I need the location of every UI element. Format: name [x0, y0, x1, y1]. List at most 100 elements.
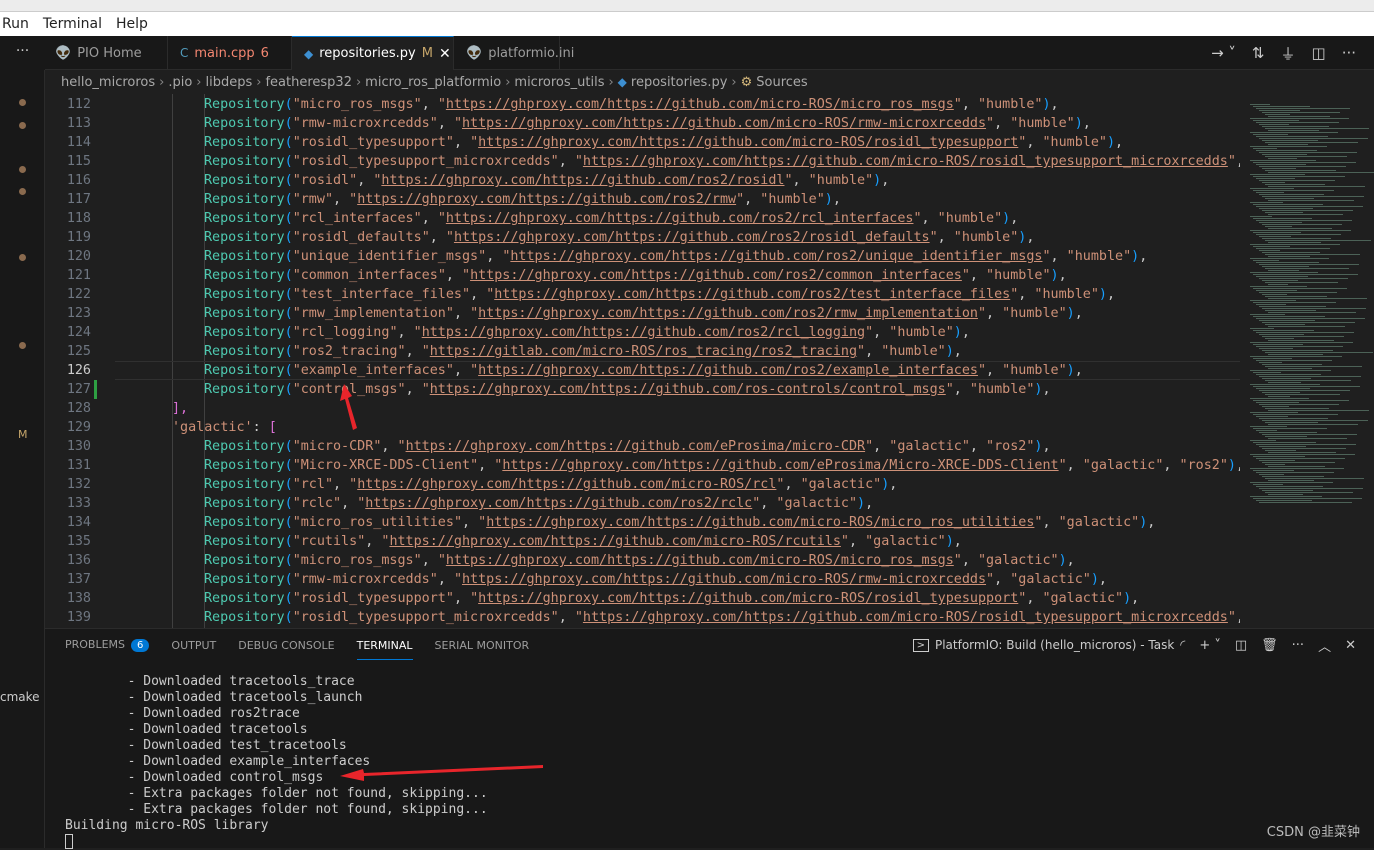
trash-icon[interactable]: 🗑 [1261, 638, 1278, 653]
tab-serial-monitor[interactable]: SERIAL MONITOR [435, 639, 530, 652]
code-line[interactable]: 129 'galactic': [ [45, 418, 1240, 437]
minimap[interactable] [1240, 94, 1374, 628]
code-line[interactable]: 113 Repository("rmw-microxrcedds", "https… [45, 114, 1240, 133]
repo-name: micro-CDR [300, 439, 374, 454]
tab-pio-home[interactable]: 👽 PIO Home [45, 36, 168, 70]
menu-terminal[interactable]: Terminal [41, 16, 104, 32]
more-actions-icon[interactable]: ··· [0, 36, 45, 70]
sidebar-item-cmake[interactable]: cmake [0, 690, 40, 704]
code-line[interactable]: 115 Repository("rosidl_typesupport_microx… [45, 152, 1240, 171]
minimap-line [1262, 462, 1335, 463]
line-number: 128 [66, 401, 91, 416]
code-token: " [840, 534, 849, 549]
tab-label: repositories.py [319, 46, 416, 61]
maximize-panel-icon[interactable]: ︿ [1318, 636, 1331, 655]
code-line[interactable]: 130 Repository("micro-CDR", "https://ghpr… [45, 437, 1240, 456]
code-line[interactable]: 124 Repository("rcl_logging", "https://gh… [45, 323, 1240, 342]
code-token: " [437, 268, 446, 283]
code-token: Repository [204, 325, 285, 340]
code-line[interactable]: 132 Repository("rcl", "https://ghproxy.co… [45, 475, 1240, 494]
code-line[interactable]: 122 Repository("test_interface_files", "h… [45, 285, 1240, 304]
code-token: ( [284, 97, 293, 112]
code-line[interactable]: 116 Repository("rosidl", "https://ghproxy… [45, 171, 1240, 190]
menu-run[interactable]: Run [0, 16, 31, 32]
minimap-line [1268, 312, 1356, 313]
repo-name: example_interfaces [300, 363, 446, 378]
code-line[interactable]: 125 Repository("ros2_tracing", "https://g… [45, 342, 1240, 361]
minimap-line [1265, 352, 1373, 353]
code-token: , [1139, 249, 1148, 264]
code-line[interactable]: 131 Repository("Micro-XRCE-DDS-Client", "… [45, 456, 1240, 475]
code-line[interactable]: 118 Repository("rcl_interfaces", "https:/… [45, 209, 1240, 228]
code-line[interactable]: 134 Repository("micro_ros_utilities", "ht… [45, 513, 1240, 532]
plug-icon[interactable]: ⏚ [1280, 43, 1295, 64]
breadcrumb-item[interactable]: hello_microros [61, 75, 155, 90]
minimap-line [1259, 250, 1280, 251]
breadcrumb-item[interactable]: libdeps [206, 75, 253, 90]
code-line[interactable]: 123 Repository("rmw_implementation", "htt… [45, 304, 1240, 323]
minimap-line [1256, 122, 1339, 123]
tab-label: platformio.ini [488, 45, 575, 61]
minimap-line [1256, 360, 1332, 361]
split-terminal-icon[interactable]: ◫ [1235, 638, 1247, 653]
minimap-line [1265, 324, 1305, 325]
code-token: Repository [204, 135, 285, 150]
repo-url: https://ghproxy.com/https://github.com/r… [365, 496, 753, 511]
tab-repositories-py[interactable]: ◆ repositories.py M ✕ [292, 36, 454, 70]
code-line[interactable]: 138 Repository("rosidl_typesupport", "htt… [45, 589, 1240, 608]
breadcrumb-item[interactable]: micro_ros_platformio [365, 75, 501, 90]
code-line[interactable]: 114 Repository("rosidl_typesupport", "htt… [45, 133, 1240, 152]
minimap-line [1268, 284, 1288, 285]
minimap-line [1268, 466, 1325, 467]
code-token: ) [1098, 287, 1107, 302]
code-line[interactable]: 121 Repository("common_interfaces", "http… [45, 266, 1240, 285]
close-icon[interactable]: ✕ [439, 46, 451, 62]
new-terminal-icon[interactable]: + ˅ [1199, 638, 1221, 653]
run-arrow-icon[interactable]: → ˅ [1211, 44, 1236, 62]
split-editor-icon[interactable]: ◫ [1312, 44, 1326, 62]
repo-name: ros2_tracing [300, 344, 398, 359]
more-actions-icon[interactable]: ··· [1292, 638, 1304, 653]
breadcrumb-item[interactable]: microros_utils [514, 75, 604, 90]
code-token: ( [284, 363, 293, 378]
code-editor[interactable]: 112 Repository("micro_ros_msgs", "https:/… [45, 94, 1240, 628]
cpp-icon: C [180, 46, 189, 60]
code-line[interactable]: 117 Repository("rmw", "https://ghproxy.co… [45, 190, 1240, 209]
more-actions-icon[interactable]: ··· [1342, 44, 1356, 62]
code-line[interactable]: 112 Repository("micro_ros_msgs", "https:/… [45, 95, 1240, 114]
tab-main-cpp[interactable]: C main.cpp 6 [168, 36, 292, 70]
close-panel-icon[interactable]: ✕ [1345, 638, 1356, 653]
tab-terminal[interactable]: TERMINAL [356, 631, 413, 660]
code-line[interactable]: 127 Repository("control_msgs", "https://g… [45, 380, 1240, 399]
tab-platformio-ini[interactable]: 👽 platformio.ini [454, 36, 574, 70]
menu-help[interactable]: Help [114, 16, 150, 32]
code-line[interactable]: 137 Repository("rmw-microxrcedds", "https… [45, 570, 1240, 589]
code-line[interactable]: 119 Repository("rosidl_defaults", "https:… [45, 228, 1240, 247]
minimap-line [1253, 400, 1349, 401]
code-line[interactable]: 139 Repository("rosidl_typesupport_microx… [45, 608, 1240, 627]
terminal-output[interactable]: - Downloaded tracetools_trace - Download… [65, 674, 488, 850]
code-line[interactable]: 136 Repository("micro_ros_msgs", "https:/… [45, 551, 1240, 570]
tab-debug-console[interactable]: DEBUG CONSOLE [238, 639, 334, 652]
breadcrumb-item[interactable]: repositories.py [631, 75, 728, 90]
compare-changes-icon[interactable]: ⇅ [1252, 44, 1265, 62]
tab-problems[interactable]: PROBLEMS 6 [65, 638, 150, 652]
breadcrumb-item[interactable]: .pio [168, 75, 192, 90]
code-line[interactable]: 126 Repository("example_interfaces", "htt… [45, 361, 1240, 380]
minimap-line [1268, 172, 1374, 173]
code-token: , [873, 439, 890, 454]
code-line[interactable]: 135 Repository("rcutils", "https://ghprox… [45, 532, 1240, 551]
breadcrumb-item[interactable]: featheresp32 [265, 75, 352, 90]
tab-output[interactable]: OUTPUT [171, 639, 216, 652]
terminal-task-selector[interactable]: PlatformIO: Build (hello_microros) - Tas… [935, 638, 1174, 652]
line-number: 113 [66, 116, 91, 131]
minimap-line [1262, 224, 1342, 225]
code-line[interactable]: 133 Repository("rclc", "https://ghproxy.c… [45, 494, 1240, 513]
breadcrumb-item[interactable]: Sources [756, 75, 807, 90]
minimap-line [1253, 148, 1277, 149]
code-line[interactable]: 128], [45, 399, 1240, 418]
code-token: , [405, 382, 422, 397]
code-line[interactable]: 120 Repository("unique_identifier_msgs", … [45, 247, 1240, 266]
repo-name: Micro-XRCE-DDS-Client [300, 458, 471, 473]
minimap-line [1250, 496, 1322, 497]
